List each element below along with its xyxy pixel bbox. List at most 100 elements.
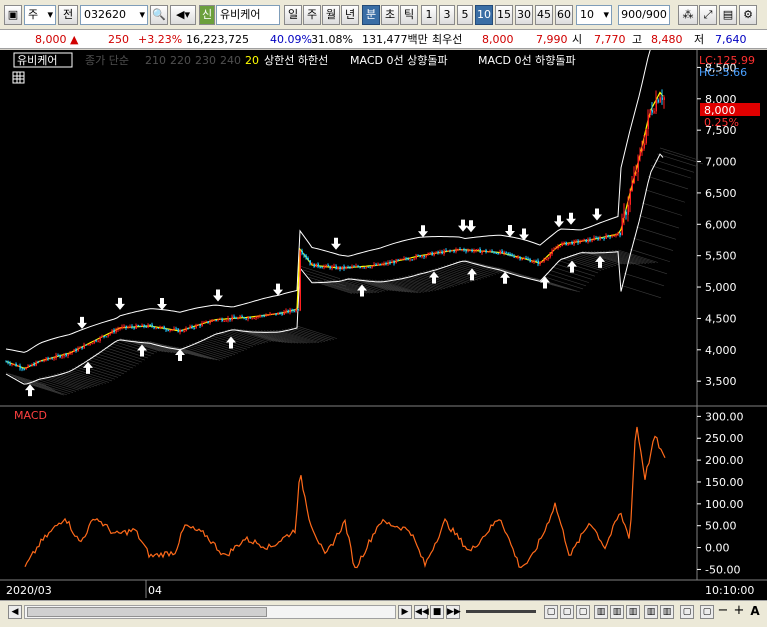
candle-body xyxy=(597,237,599,240)
tool-icon-2[interactable]: ▢ xyxy=(560,605,574,619)
tool-icon-1[interactable]: ▢ xyxy=(544,605,558,619)
macd-tick-label: 250.00 xyxy=(705,432,744,445)
candle-body xyxy=(655,99,657,112)
candle-body xyxy=(431,252,433,256)
rewind-icon[interactable]: ◀◀ xyxy=(414,605,429,619)
speaker-icon[interactable]: ◀▾ xyxy=(170,5,196,25)
candle-body xyxy=(47,357,49,359)
interval-1[interactable]: 1 xyxy=(421,5,437,25)
candle-body xyxy=(443,250,445,254)
candle-body xyxy=(539,261,541,265)
candle-body xyxy=(473,250,475,252)
candle-body xyxy=(193,327,195,329)
candle-body xyxy=(543,259,545,262)
candle-body xyxy=(621,218,623,236)
code-input[interactable]: 032620 ▾ xyxy=(80,5,148,25)
candle-body xyxy=(287,310,289,313)
price-chart-svg[interactable]: 유비케어 종가 단순 210 220 230 240 20 상한선 하한선 MA… xyxy=(0,50,767,602)
candle-body xyxy=(593,237,595,241)
interval-60[interactable]: 60 xyxy=(555,5,573,25)
candle-body xyxy=(43,360,45,362)
up-arrow-icon: ▲ xyxy=(70,33,79,46)
intraday-second[interactable]: 초 xyxy=(381,5,399,25)
period-year[interactable]: 년 xyxy=(341,5,359,25)
chevron-down-icon: ▾ xyxy=(47,8,53,21)
low-label: 저 xyxy=(694,33,705,46)
candle-body xyxy=(567,243,569,246)
band-hatch xyxy=(632,237,674,251)
speed-slider[interactable] xyxy=(466,610,536,613)
scroll-right-icon[interactable]: ▶ xyxy=(398,605,412,619)
window-icon[interactable]: ▣ xyxy=(4,5,22,25)
period-week[interactable]: 주 xyxy=(303,5,321,25)
unit-select[interactable]: 10 ▾ xyxy=(576,5,612,25)
tool-icon-3[interactable]: ▢ xyxy=(576,605,590,619)
zoom-out-icon[interactable]: − xyxy=(716,604,730,619)
tool-icon-8[interactable]: ▥ xyxy=(660,605,674,619)
interval-10[interactable]: 10 xyxy=(475,5,493,25)
tool-icon-4[interactable]: ▥ xyxy=(594,605,608,619)
period-day[interactable]: 일 xyxy=(284,5,302,25)
candle-body xyxy=(117,328,119,330)
horizontal-scrollbar[interactable] xyxy=(24,605,396,619)
interval-5[interactable]: 5 xyxy=(457,5,473,25)
candle-body xyxy=(91,343,93,345)
band-hatch xyxy=(44,375,86,390)
band-hatch xyxy=(179,347,221,361)
interval-45[interactable]: 45 xyxy=(535,5,553,25)
intraday-tick[interactable]: 틱 xyxy=(400,5,418,25)
scrollbar-thumb[interactable] xyxy=(27,607,267,617)
period-month[interactable]: 월 xyxy=(322,5,340,25)
tool-icon-6[interactable]: ▥ xyxy=(626,605,640,619)
candle-body xyxy=(273,313,275,315)
fast-forward-icon[interactable]: ▶▶ xyxy=(446,605,461,619)
tool-icon-5[interactable]: ▥ xyxy=(610,605,624,619)
settings-icon[interactable]: ⚙ xyxy=(739,5,757,25)
candle-body xyxy=(299,250,301,311)
candle-body xyxy=(75,349,77,352)
candle-body xyxy=(595,237,597,239)
candle-body xyxy=(337,266,339,269)
mode-select[interactable]: 주 ▾ xyxy=(24,5,56,25)
candle-body xyxy=(529,259,531,263)
candle-body xyxy=(347,266,349,268)
candle-body xyxy=(493,251,495,254)
save-icon[interactable]: ▤ xyxy=(719,5,737,25)
candle-body xyxy=(465,250,467,252)
stock-name[interactable]: 유비케어 xyxy=(216,5,280,25)
candle-body xyxy=(421,255,423,258)
candle-body xyxy=(129,326,131,328)
best-label: 최우선 xyxy=(432,33,463,46)
intraday-minute[interactable]: 분 xyxy=(362,5,380,25)
interval-3[interactable]: 3 xyxy=(439,5,455,25)
candle-body xyxy=(553,248,555,251)
chart-toggle-icon[interactable]: ⤢ xyxy=(699,5,717,25)
interval-30[interactable]: 30 xyxy=(515,5,533,25)
tool-icon-7[interactable]: ▥ xyxy=(644,605,658,619)
sell-signal-arrow xyxy=(213,289,223,302)
candle-body xyxy=(559,245,561,247)
search-icon[interactable]: 🔍 xyxy=(150,5,168,25)
zoom-in-icon[interactable]: + xyxy=(732,604,746,619)
chart-area[interactable]: 유비케어 종가 단순 210 220 230 240 20 상한선 하한선 MA… xyxy=(0,50,767,602)
auto-scale-icon[interactable]: A xyxy=(748,605,762,619)
prefix-button[interactable]: 전 xyxy=(58,5,78,25)
candle-body xyxy=(627,204,629,215)
candle-body xyxy=(257,316,259,318)
candle-body xyxy=(537,260,539,265)
grid-toggle-icon[interactable] xyxy=(12,71,25,84)
candle-body xyxy=(547,257,549,259)
tool-icon-10[interactable]: ▢ xyxy=(700,605,714,619)
candle-body xyxy=(109,333,111,335)
count-input[interactable]: 900/900 xyxy=(618,5,670,25)
candle-body xyxy=(623,211,625,219)
stop-icon[interactable]: ■ xyxy=(430,605,444,619)
tool-icon-9[interactable]: ▢ xyxy=(680,605,694,619)
scroll-left-icon[interactable]: ◀ xyxy=(8,605,22,619)
candle-body xyxy=(245,318,247,320)
indicator-icon[interactable]: ⁂ xyxy=(678,5,698,25)
candle-body xyxy=(507,252,509,254)
band-hatch xyxy=(56,373,98,387)
price-tick-label: 5,000 xyxy=(705,281,737,294)
interval-15[interactable]: 15 xyxy=(495,5,513,25)
